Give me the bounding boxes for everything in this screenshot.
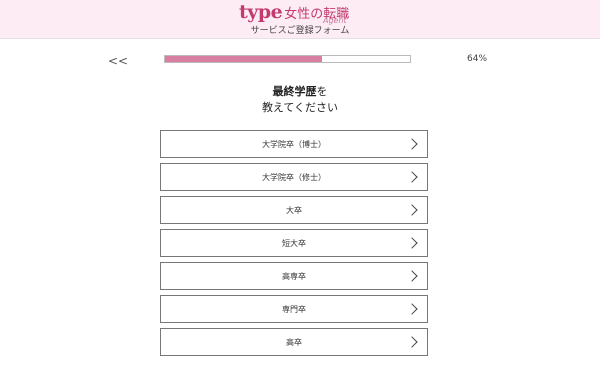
page-subtitle: サービスご登録フォーム	[250, 26, 350, 36]
site-header: type 女性の転職 Agent サービスご登録フォーム	[0, 0, 600, 39]
option-label: 専門卒	[282, 304, 306, 314]
chevron-right-icon	[406, 336, 418, 348]
question-particle: を	[316, 85, 328, 98]
chevron-right-icon	[406, 270, 418, 282]
option-technical-college[interactable]: 高専卒	[160, 262, 428, 290]
question-heading: 最終学歴を 教えてください	[0, 84, 600, 116]
option-high-school[interactable]: 高卒	[160, 328, 428, 356]
chevron-right-icon	[406, 138, 418, 150]
option-label: 高専卒	[282, 271, 306, 281]
option-masters[interactable]: 大学院卒（修士）	[160, 163, 428, 191]
chevron-right-icon	[406, 237, 418, 249]
option-vocational-school[interactable]: 専門卒	[160, 295, 428, 323]
question-emphasis: 最終学歴	[272, 85, 317, 98]
option-label: 大卒	[286, 205, 302, 215]
education-options: 大学院卒（博士） 大学院卒（修士） 大卒 短大卒 高専卒 専門卒 高卒	[160, 130, 428, 361]
chevron-right-icon	[406, 171, 418, 183]
progress-percent: 64%	[467, 54, 488, 64]
back-button[interactable]: <<	[108, 54, 128, 68]
question-line2: 教えてください	[261, 101, 339, 114]
option-label: 大学院卒（博士）	[262, 139, 326, 149]
logo-type-text: type	[239, 1, 283, 23]
chevron-right-icon	[406, 204, 418, 216]
option-label: 高卒	[286, 337, 302, 347]
option-label: 大学院卒（修士）	[262, 172, 326, 182]
option-junior-college[interactable]: 短大卒	[160, 229, 428, 257]
progress-bar-fill	[165, 56, 322, 62]
progress-bar	[164, 55, 411, 63]
chevron-right-icon	[406, 303, 418, 315]
option-university[interactable]: 大卒	[160, 196, 428, 224]
option-label: 短大卒	[282, 238, 306, 248]
option-doctorate[interactable]: 大学院卒（博士）	[160, 130, 428, 158]
